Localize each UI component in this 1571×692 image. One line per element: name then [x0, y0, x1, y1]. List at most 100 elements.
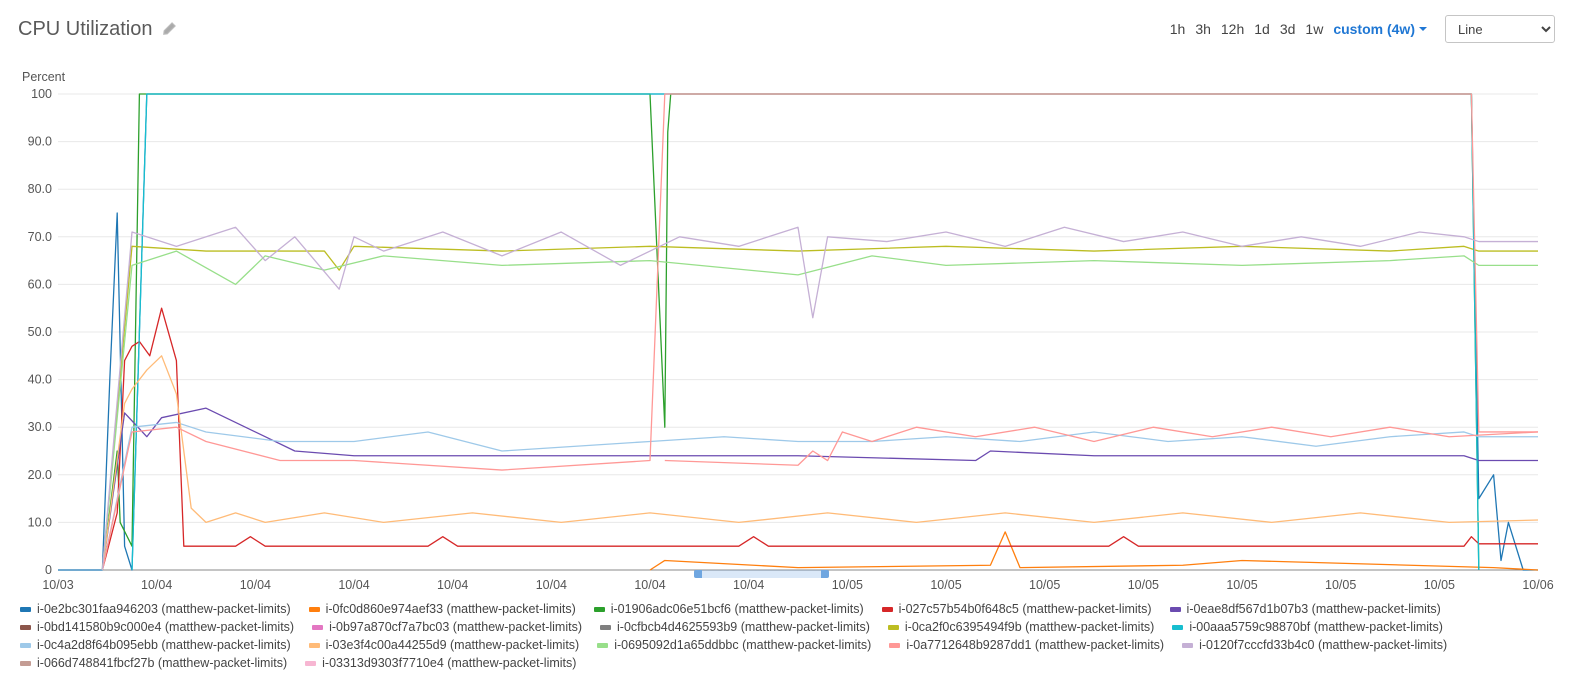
legend-item[interactable]: i-01906adc06e51bcf6 (matthew-packet-limi…: [594, 602, 864, 616]
time-scrubber-selection[interactable]: [694, 570, 828, 578]
legend-item[interactable]: i-0e2bc301faa946203 (matthew-packet-limi…: [20, 602, 291, 616]
series-line[interactable]: [102, 246, 1538, 570]
series-line[interactable]: [102, 227, 1538, 570]
time-scrubber[interactable]: [58, 570, 1538, 578]
legend-swatch: [309, 643, 320, 648]
time-range-1w[interactable]: 1w: [1305, 21, 1323, 37]
y-tick-label: 50.0: [28, 325, 52, 339]
chart-panel: CPU Utilization 1h 3h 12h 1d 3d 1w custo…: [0, 0, 1571, 692]
time-range-custom[interactable]: custom (4w): [1333, 21, 1427, 37]
legend-swatch: [312, 625, 323, 630]
x-tick-label: 10/05: [1029, 578, 1060, 592]
legend-swatch: [1170, 607, 1181, 612]
legend-label: i-0bd141580b9c000e4 (matthew-packet-limi…: [37, 620, 294, 634]
legend-item[interactable]: i-0a7712648b9287dd1 (matthew-packet-limi…: [889, 638, 1164, 652]
legend-swatch: [1182, 643, 1193, 648]
x-tick-label: 10/05: [1226, 578, 1257, 592]
legend-label: i-027c57b54b0f648c5 (matthew-packet-limi…: [899, 602, 1152, 616]
x-tick-label: 10/05: [930, 578, 961, 592]
legend-item[interactable]: i-03313d9303f7710e4 (matthew-packet-limi…: [305, 656, 576, 670]
series-line[interactable]: [102, 308, 1538, 570]
page-title: CPU Utilization: [18, 18, 152, 41]
time-range-1d[interactable]: 1d: [1254, 21, 1270, 37]
legend-swatch: [597, 643, 608, 648]
legend-label: i-0a7712648b9287dd1 (matthew-packet-limi…: [906, 638, 1164, 652]
y-tick-label: 40.0: [28, 373, 52, 387]
x-tick-label: 10/04: [437, 578, 468, 592]
line-chart[interactable]: 010.020.030.040.050.060.070.080.090.0100: [58, 94, 1538, 570]
legend-item[interactable]: i-0ca2f0c6395494f9b (matthew-packet-limi…: [888, 620, 1154, 634]
legend-item[interactable]: i-0eae8df567d1b07b3 (matthew-packet-limi…: [1170, 602, 1441, 616]
legend-label: i-0cfbcb4d4625593b9 (matthew-packet-limi…: [617, 620, 870, 634]
legend-label: i-0b97a870cf7a7bc03 (matthew-packet-limi…: [329, 620, 582, 634]
legend-label: i-03e3f4c00a44255d9 (matthew-packet-limi…: [326, 638, 580, 652]
y-tick-label: 100: [31, 87, 52, 101]
time-range-3h[interactable]: 3h: [1195, 21, 1211, 37]
legend-swatch: [20, 625, 31, 630]
x-tick-label: 10/06: [1522, 578, 1553, 592]
series-line[interactable]: [102, 422, 1538, 570]
time-range-12h[interactable]: 12h: [1221, 21, 1244, 37]
legend-label: i-066d748841fbcf27b (matthew-packet-limi…: [37, 656, 287, 670]
legend-item[interactable]: i-0695092d1a65ddbbc (matthew-packet-limi…: [597, 638, 871, 652]
y-tick-label: 90.0: [28, 135, 52, 149]
legend-item[interactable]: i-03e3f4c00a44255d9 (matthew-packet-limi…: [309, 638, 580, 652]
caret-down-icon: [1419, 25, 1427, 33]
legend-label: i-0695092d1a65ddbbc (matthew-packet-limi…: [614, 638, 871, 652]
panel-header: CPU Utilization 1h 3h 12h 1d 3d 1w custo…: [0, 0, 1571, 52]
legend-label: i-00aaa5759c98870bf (matthew-packet-limi…: [1189, 620, 1443, 634]
legend-item[interactable]: i-0b97a870cf7a7bc03 (matthew-packet-limi…: [312, 620, 582, 634]
y-tick-label: 20.0: [28, 468, 52, 482]
legend-swatch: [600, 625, 611, 630]
legend-swatch: [309, 607, 320, 612]
legend-label: i-0fc0d860e974aef33 (matthew-packet-limi…: [326, 602, 576, 616]
legend-label: i-03313d9303f7710e4 (matthew-packet-limi…: [322, 656, 576, 670]
chart-type-select[interactable]: Line: [1445, 15, 1555, 43]
legend-item[interactable]: i-0c4a2d8f64b095ebb (matthew-packet-limi…: [20, 638, 291, 652]
time-range-1h[interactable]: 1h: [1170, 21, 1186, 37]
y-tick-label: 0: [45, 563, 52, 577]
x-tick-label: 10/05: [832, 578, 863, 592]
x-tick-label: 10/04: [141, 578, 172, 592]
legend-swatch: [888, 625, 899, 630]
legend-swatch: [882, 607, 893, 612]
legend-item[interactable]: i-0120f7cccfd33b4c0 (matthew-packet-limi…: [1182, 638, 1447, 652]
x-axis-labels: 10/0310/0410/0410/0410/0410/0410/0410/04…: [58, 578, 1538, 598]
y-tick-label: 60.0: [28, 277, 52, 291]
x-tick-label: 10/05: [1128, 578, 1159, 592]
x-tick-label: 10/03: [42, 578, 73, 592]
legend-item[interactable]: i-027c57b54b0f648c5 (matthew-packet-limi…: [882, 602, 1152, 616]
legend-label: i-0c4a2d8f64b095ebb (matthew-packet-limi…: [37, 638, 291, 652]
legend-label: i-0ca2f0c6395494f9b (matthew-packet-limi…: [905, 620, 1154, 634]
legend-label: i-01906adc06e51bcf6 (matthew-packet-limi…: [611, 602, 864, 616]
time-range-custom-label: custom (4w): [1333, 21, 1415, 37]
series-line[interactable]: [650, 532, 1538, 570]
legend-swatch: [1172, 625, 1183, 630]
legend-item[interactable]: i-0bd141580b9c000e4 (matthew-packet-limi…: [20, 620, 294, 634]
y-tick-label: 80.0: [28, 182, 52, 196]
x-tick-label: 10/04: [338, 578, 369, 592]
x-tick-label: 10/04: [634, 578, 665, 592]
legend-label: i-0e2bc301faa946203 (matthew-packet-limi…: [37, 602, 291, 616]
x-tick-label: 10/04: [733, 578, 764, 592]
chart-legend: i-0e2bc301faa946203 (matthew-packet-limi…: [20, 602, 1550, 670]
pencil-icon[interactable]: [162, 22, 176, 36]
legend-label: i-0120f7cccfd33b4c0 (matthew-packet-limi…: [1199, 638, 1447, 652]
time-range-3d[interactable]: 3d: [1280, 21, 1296, 37]
legend-item[interactable]: i-0cfbcb4d4625593b9 (matthew-packet-limi…: [600, 620, 870, 634]
legend-label: i-0eae8df567d1b07b3 (matthew-packet-limi…: [1187, 602, 1441, 616]
legend-item[interactable]: i-00aaa5759c98870bf (matthew-packet-limi…: [1172, 620, 1443, 634]
legend-item[interactable]: i-0fc0d860e974aef33 (matthew-packet-limi…: [309, 602, 576, 616]
legend-swatch: [305, 661, 316, 666]
y-tick-label: 30.0: [28, 420, 52, 434]
y-axis-label: Percent: [22, 70, 65, 84]
y-tick-label: 10.0: [28, 515, 52, 529]
legend-item[interactable]: i-066d748841fbcf27b (matthew-packet-limi…: [20, 656, 287, 670]
x-tick-label: 10/05: [1424, 578, 1455, 592]
legend-swatch: [889, 643, 900, 648]
legend-swatch: [20, 643, 31, 648]
x-tick-label: 10/04: [536, 578, 567, 592]
legend-swatch: [20, 607, 31, 612]
x-tick-label: 10/05: [1325, 578, 1356, 592]
series-line[interactable]: [102, 356, 1538, 570]
